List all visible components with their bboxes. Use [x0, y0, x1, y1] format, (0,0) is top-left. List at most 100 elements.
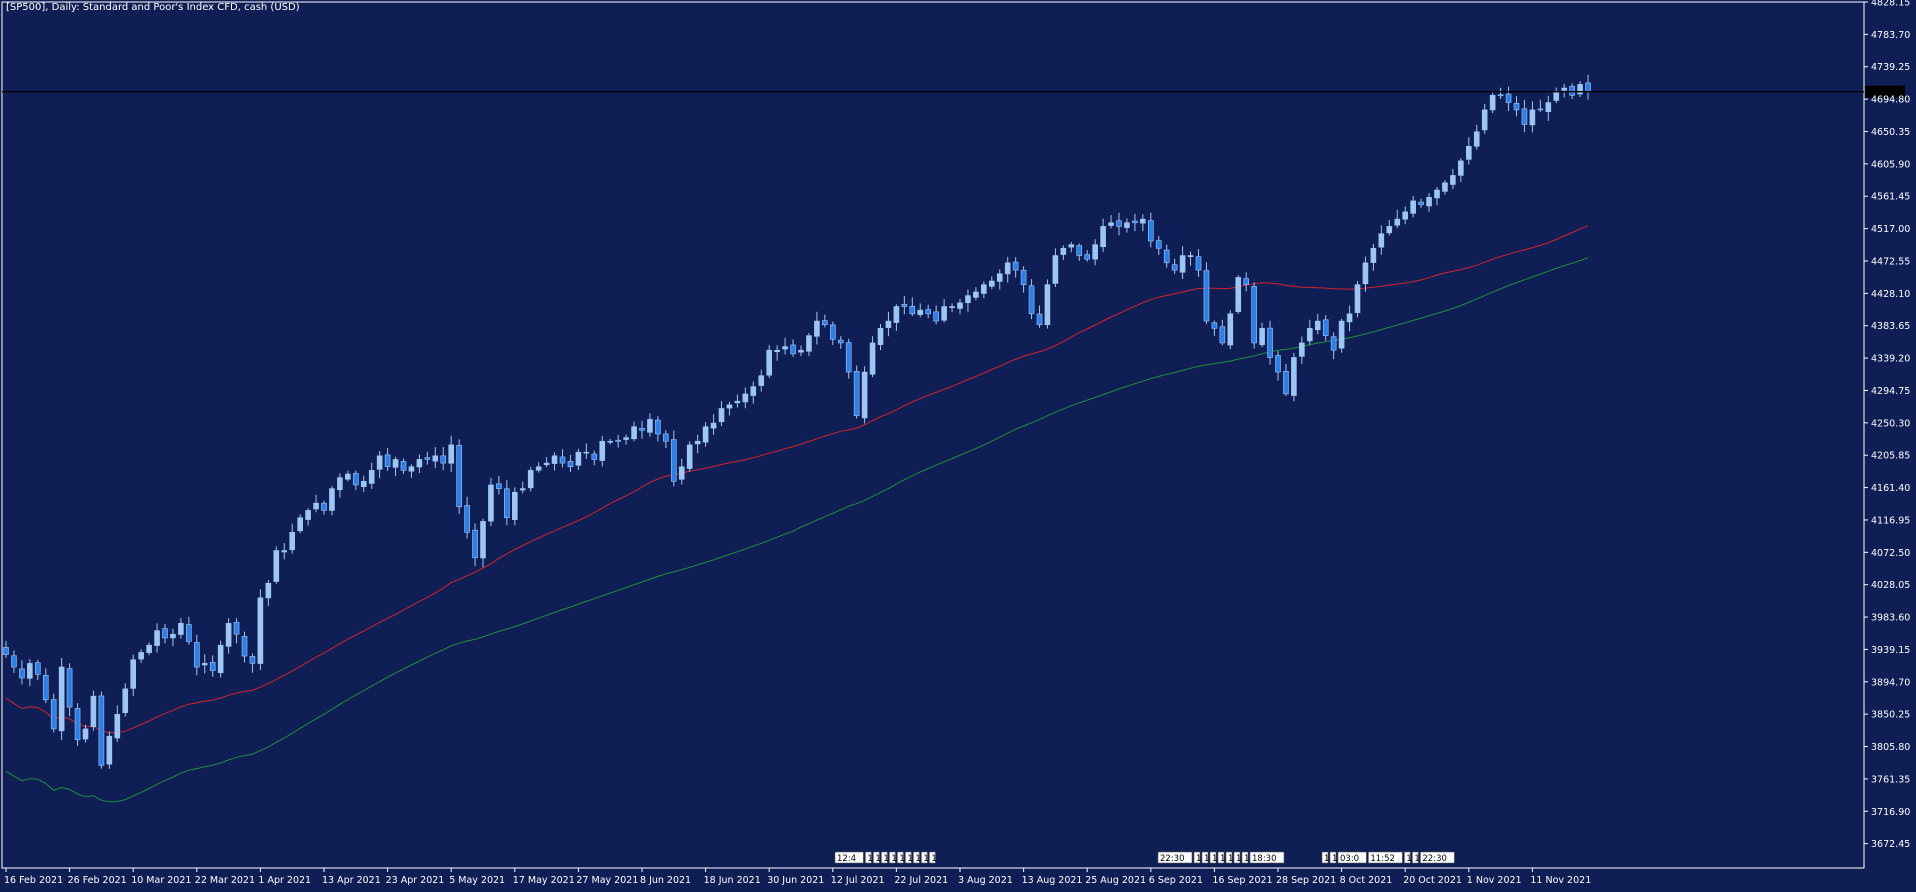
candle: [1314, 313, 1321, 335]
candle-body-down: [472, 529, 478, 559]
candle-body-up: [1450, 175, 1456, 185]
candle-body-up: [1402, 211, 1408, 220]
candle-body-down: [790, 344, 796, 355]
candle: [1442, 180, 1448, 195]
y-tick-label: 4605.90: [1871, 159, 1910, 170]
candle-body-up: [1187, 255, 1194, 257]
candle: [758, 369, 765, 392]
candle-body-up: [599, 440, 606, 461]
y-tick-label: 3761.35: [1871, 774, 1910, 785]
news-marker-label: 1: [1196, 854, 1201, 864]
candle: [647, 413, 653, 437]
candle-body-up: [416, 459, 423, 468]
candle: [376, 451, 383, 479]
candle-body-up: [1362, 262, 1369, 285]
candle-body-up: [297, 517, 303, 532]
candle-body-up: [678, 466, 685, 480]
candle-body-up: [575, 451, 582, 466]
candle-body-up: [1259, 328, 1265, 346]
candle-body-up: [1307, 328, 1313, 342]
candle-body-up: [114, 714, 121, 739]
candle-body-down: [1171, 264, 1178, 271]
candle: [1084, 250, 1090, 262]
candle: [1291, 352, 1297, 402]
candle: [1044, 279, 1051, 329]
candle-body-down: [1084, 254, 1090, 260]
candle: [74, 703, 81, 747]
news-marker: 1: [1217, 851, 1225, 864]
candle-body-up: [798, 349, 804, 353]
candle-body-up: [511, 491, 518, 520]
chart-window[interactable]: [SP500], Daily: Standard and Poor's Inde…: [0, 0, 1916, 888]
candle-body-down: [209, 661, 216, 671]
candle-body-down: [1148, 220, 1154, 242]
candle: [209, 655, 216, 677]
x-tick-label: 17 May 2021: [513, 875, 575, 886]
x-tick-label: 18 Jun 2021: [704, 875, 761, 886]
candle-body-down: [655, 419, 661, 435]
candle: [1004, 256, 1011, 283]
candle-body-up: [981, 284, 987, 294]
candle: [941, 299, 947, 323]
candle-body-down: [400, 460, 407, 471]
candle: [599, 436, 606, 467]
candle: [1362, 256, 1369, 292]
candle: [98, 691, 105, 769]
y-tick-label: 4205.85: [1871, 451, 1910, 462]
candle: [559, 449, 566, 468]
news-marker: 22:30: [1420, 851, 1455, 864]
candle-body-up: [146, 644, 152, 653]
candle: [1346, 305, 1353, 332]
candle-body-up: [1338, 320, 1345, 349]
candle: [1330, 332, 1337, 360]
candle-body-up: [1489, 95, 1496, 111]
candle: [575, 448, 582, 470]
candle: [186, 616, 192, 645]
news-marker: 12:4: [834, 851, 864, 864]
candle: [822, 314, 828, 328]
candle: [352, 470, 359, 491]
candle-body-up: [623, 437, 629, 440]
candlestick-chart[interactable]: 4828.15 4783.70 4739.25 4694.80 4650.35 4605.…: [0, 0, 1916, 888]
candle-body-up: [1410, 200, 1416, 214]
candle-body-up: [1092, 244, 1098, 260]
news-marker-label: 1: [931, 854, 936, 864]
candle-body-down: [162, 628, 168, 639]
time-axis: 16 Feb 2021 26 Feb 2021 10 Mar 2021 22 Mar …: [4, 868, 1591, 886]
candle-body-down: [1251, 286, 1257, 344]
candle-body-up: [1394, 218, 1401, 226]
x-tick-label: 20 Oct 2021: [1403, 875, 1462, 886]
news-marker-label: 1: [1324, 854, 1329, 864]
candle: [384, 448, 391, 471]
candle-body-down: [34, 662, 41, 675]
y-tick-label: 4650.35: [1871, 127, 1910, 138]
candle-body-up: [949, 306, 955, 308]
candle: [456, 439, 462, 515]
candle: [718, 401, 725, 426]
candle-body-up: [130, 659, 136, 689]
news-marker-label: 22:30: [1422, 854, 1447, 864]
candle-body-up: [782, 346, 788, 350]
candle-body-up: [1577, 84, 1583, 95]
candle-body-down: [1585, 82, 1591, 92]
news-marker: 1: [913, 851, 921, 864]
candle-body-up: [750, 386, 757, 396]
candle: [1132, 213, 1138, 232]
candle-body-up: [1124, 222, 1130, 228]
candle: [988, 276, 995, 290]
candle-body-up: [996, 273, 1003, 282]
y-tick-label: 4472.55: [1871, 256, 1910, 267]
candle: [1251, 282, 1257, 349]
candle: [241, 631, 248, 663]
x-tick-label: 28 Sep 2021: [1276, 875, 1336, 886]
candle-body-up: [201, 663, 208, 666]
x-tick-label: 22 Jul 2021: [894, 875, 948, 886]
candles-layer: [3, 74, 1591, 769]
candle: [138, 649, 144, 663]
candle: [440, 447, 447, 471]
candle: [702, 421, 709, 447]
candle-body-up: [1100, 226, 1106, 248]
candle: [1513, 96, 1520, 117]
candle: [1354, 280, 1361, 318]
price-axis: 4828.15 4783.70 4739.25 4694.80 4650.35 4605.…: [1864, 0, 1910, 850]
